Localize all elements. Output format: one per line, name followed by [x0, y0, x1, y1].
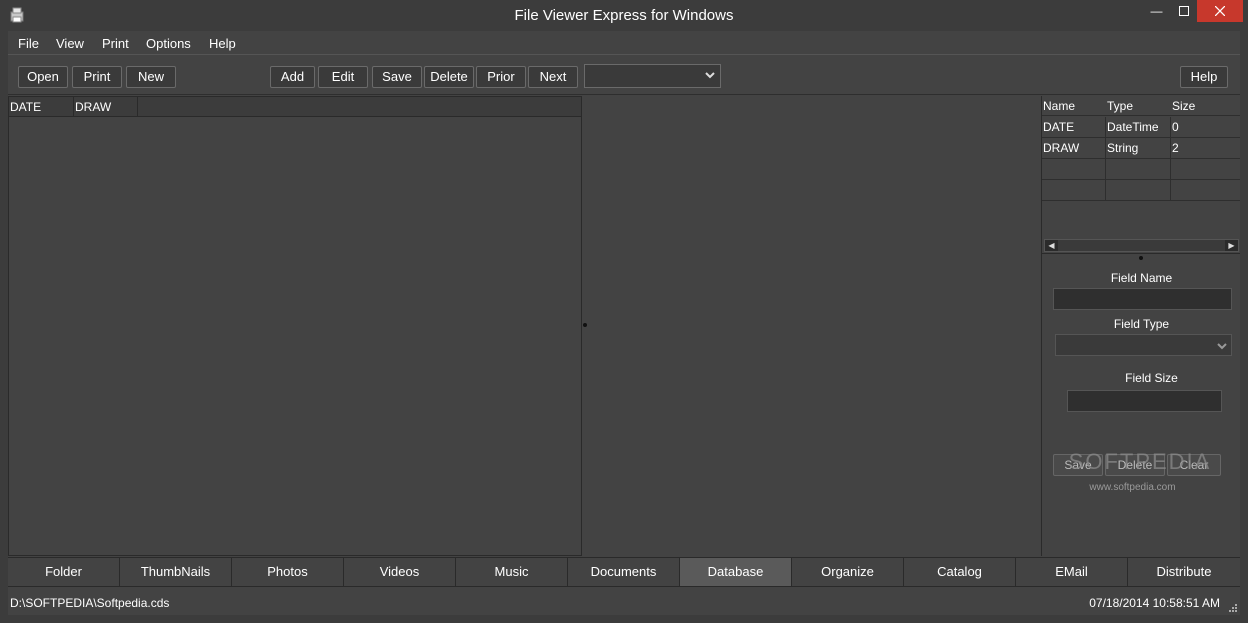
column-header-type[interactable]: Type: [1106, 96, 1171, 116]
tab-organize[interactable]: Organize: [792, 558, 904, 586]
table-cell: DateTime: [1106, 117, 1171, 137]
next-button[interactable]: Next: [528, 66, 578, 88]
chevron-down-icon: [705, 72, 715, 79]
new-button[interactable]: New: [126, 66, 176, 88]
table-cell: [1171, 180, 1240, 200]
title-bar: File Viewer Express for Windows —: [0, 0, 1248, 31]
horizontal-scrollbar[interactable]: ◀ ▶: [1044, 239, 1239, 252]
print-button[interactable]: Print: [72, 66, 122, 88]
tab-videos[interactable]: Videos: [344, 558, 456, 586]
table-row[interactable]: [1042, 159, 1240, 180]
data-grid-header: DATE DRAW: [9, 97, 581, 117]
table-row[interactable]: DATE DateTime 0: [1042, 117, 1240, 138]
vertical-splitter-handle[interactable]: [583, 323, 587, 327]
tab-photos[interactable]: Photos: [232, 558, 344, 586]
scroll-right-icon[interactable]: ▶: [1225, 240, 1238, 251]
close-icon[interactable]: [1197, 0, 1243, 22]
field-name-label: Field Name: [1110, 271, 1173, 285]
menu-bar: File View Print Options Help: [8, 31, 1240, 55]
table-cell: [1106, 180, 1171, 200]
resize-grip-icon[interactable]: [1228, 603, 1238, 613]
data-grid[interactable]: DATE DRAW: [8, 96, 582, 556]
tab-bar: Folder ThumbNails Photos Videos Music Do…: [8, 557, 1240, 586]
fields-grid-header: Name Type Size: [1042, 96, 1240, 116]
menu-options[interactable]: Options: [146, 36, 191, 51]
toolbar: Open Print New Add Edit Save Delete Prio…: [8, 56, 1240, 95]
window-border: [0, 615, 1248, 623]
horizontal-splitter-handle[interactable]: [1139, 256, 1143, 260]
minimize-icon[interactable]: —: [1143, 0, 1170, 22]
table-cell: DATE: [1042, 117, 1106, 137]
window-border: [1240, 31, 1248, 623]
column-header-size[interactable]: Size: [1171, 96, 1240, 116]
watermark-url: www.softpedia.com: [1089, 482, 1176, 493]
table-cell: [1171, 159, 1240, 179]
watermark-logo: SOFTPEDIA: [1068, 449, 1212, 474]
tab-music[interactable]: Music: [456, 558, 568, 586]
tab-database[interactable]: Database: [680, 558, 792, 586]
table-cell: 0: [1172, 120, 1179, 134]
delete-button[interactable]: Delete: [424, 66, 474, 88]
window-title: File Viewer Express for Windows: [514, 7, 734, 24]
add-button[interactable]: Add: [270, 66, 315, 88]
edit-button[interactable]: Edit: [318, 66, 368, 88]
table-cell: 2: [1172, 141, 1179, 155]
field-type-label: Field Type: [1113, 317, 1170, 331]
status-datetime: 07/18/2014 10:58:51 AM: [1089, 596, 1220, 610]
scroll-left-icon[interactable]: ◀: [1045, 240, 1058, 251]
menu-file[interactable]: File: [18, 36, 39, 51]
status-file-path: D:\SOFTPEDIA\Softpedia.cds: [10, 596, 170, 610]
field-size-input[interactable]: [1067, 390, 1222, 412]
help-button[interactable]: Help: [1180, 66, 1228, 88]
table-cell: [1106, 159, 1171, 179]
prior-button[interactable]: Prior: [476, 66, 526, 88]
column-header-draw[interactable]: DRAW: [74, 97, 138, 117]
window-border: [0, 31, 8, 623]
tab-folder[interactable]: Folder: [8, 558, 120, 586]
table-row[interactable]: DRAW String 2: [1042, 138, 1240, 159]
table-cell: [1042, 180, 1106, 200]
tab-catalog[interactable]: Catalog: [904, 558, 1016, 586]
table-cell: DRAW: [1042, 138, 1106, 158]
chevron-down-icon: [1217, 343, 1227, 350]
menu-help[interactable]: Help: [209, 36, 236, 51]
table-cell: String: [1106, 138, 1171, 158]
table-cell: [1042, 159, 1106, 179]
field-type-select[interactable]: [1055, 334, 1232, 356]
maximize-icon[interactable]: [1170, 0, 1197, 22]
record-select[interactable]: [584, 64, 721, 88]
tab-thumbnails[interactable]: ThumbNails: [120, 558, 232, 586]
column-header-name[interactable]: Name: [1042, 96, 1106, 116]
menu-print[interactable]: Print: [102, 36, 129, 51]
open-button[interactable]: Open: [18, 66, 68, 88]
table-row[interactable]: [1042, 180, 1240, 201]
tab-email[interactable]: EMail: [1016, 558, 1128, 586]
field-size-label: Field Size: [1125, 371, 1178, 385]
status-bar: D:\SOFTPEDIA\Softpedia.cds 07/18/2014 10…: [8, 586, 1240, 615]
save-button[interactable]: Save: [372, 66, 422, 88]
menu-view[interactable]: View: [56, 36, 84, 51]
column-header-date[interactable]: DATE: [9, 97, 74, 117]
tab-documents[interactable]: Documents: [568, 558, 680, 586]
field-name-input[interactable]: [1053, 288, 1232, 310]
fields-grid[interactable]: Name Type Size DATE DateTime 0 DRAW Stri…: [1042, 96, 1240, 254]
tab-distribute[interactable]: Distribute: [1128, 558, 1240, 586]
